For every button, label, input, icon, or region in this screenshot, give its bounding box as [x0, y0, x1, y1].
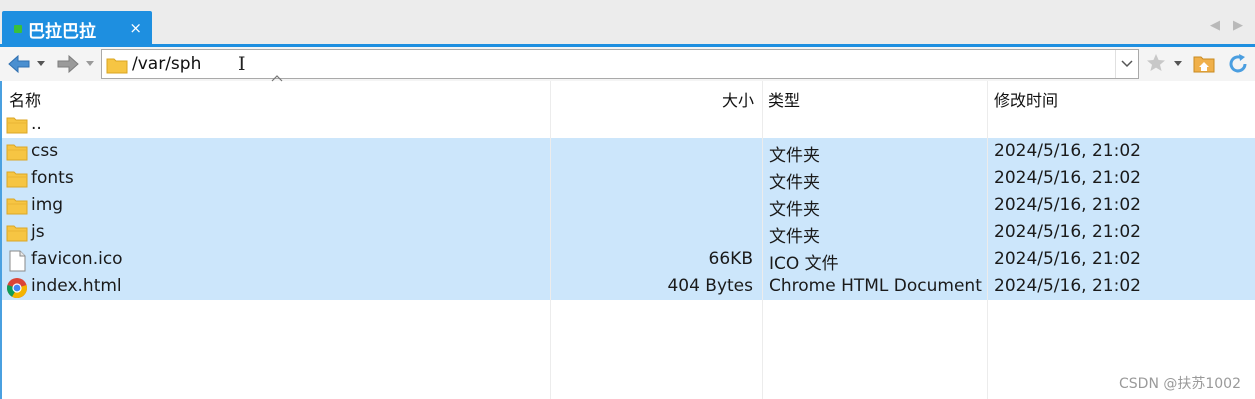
file-modified: 2024/5/16, 21:02 — [994, 195, 1141, 215]
file-modified: 2024/5/16, 21:02 — [994, 276, 1141, 296]
folder-icon — [106, 58, 128, 74]
file-row[interactable]: img 文件夹 2024/5/16, 21:02 — [0, 192, 1255, 220]
file-type: 文件夹 — [769, 227, 820, 247]
refresh-icon[interactable] — [1226, 52, 1250, 76]
file-row[interactable]: js 文件夹 2024/5/16, 21:02 — [0, 219, 1255, 247]
address-bar[interactable]: /var/sph I — [101, 49, 1139, 79]
file-type: ICO 文件 — [769, 254, 839, 274]
file-modified: 2024/5/16, 21:02 — [994, 141, 1141, 161]
star-icon[interactable] — [1145, 52, 1167, 74]
tab-scroll-right-icon[interactable]: ▶ — [1233, 18, 1243, 33]
file-type: 文件夹 — [769, 146, 820, 166]
file-type: Chrome HTML Document — [769, 276, 982, 296]
column-divider — [550, 81, 551, 399]
pane-focus-border — [0, 81, 2, 399]
toolbar: /var/sph I — [0, 47, 1255, 82]
column-header: 名称 大小 类型 修改时间 — [0, 81, 1255, 111]
file-name: img — [31, 195, 64, 215]
watermark: CSDN @扶苏1002 — [1119, 376, 1241, 392]
back-arrow-icon[interactable] — [6, 53, 32, 75]
column-size[interactable]: 大小 — [722, 87, 754, 111]
file-name: css — [31, 141, 59, 161]
folder-icon — [6, 115, 28, 135]
forward-history-caret-icon[interactable] — [86, 61, 94, 66]
file-name: js — [31, 222, 45, 242]
column-divider — [987, 81, 988, 399]
forward-arrow-icon[interactable] — [55, 53, 81, 75]
text-cursor-icon: I — [238, 53, 246, 75]
tab-close-icon[interactable]: × — [129, 19, 142, 37]
tab-title: 巴拉巴拉 — [28, 22, 96, 42]
file-name: index.html — [31, 276, 122, 296]
file-size: 404 Bytes — [667, 276, 753, 296]
file-row[interactable]: .. — [0, 111, 1255, 138]
file-name: favicon.ico — [31, 249, 123, 269]
chevron-down-icon — [1121, 60, 1133, 68]
column-type[interactable]: 类型 — [768, 87, 800, 111]
file-name: fonts — [31, 168, 74, 188]
file-row[interactable]: favicon.ico 66KB ICO 文件 2024/5/16, 21:02 — [0, 246, 1255, 274]
file-modified: 2024/5/16, 21:02 — [994, 249, 1141, 269]
column-divider — [762, 81, 763, 399]
file-modified: 2024/5/16, 21:02 — [994, 222, 1141, 242]
file-type: 文件夹 — [769, 200, 820, 220]
folder-icon — [6, 223, 28, 243]
sort-ascending-icon — [271, 75, 283, 82]
file-modified: 2024/5/16, 21:02 — [994, 168, 1141, 188]
folder-icon — [6, 142, 28, 162]
back-history-caret-icon[interactable] — [37, 61, 45, 66]
file-row[interactable]: index.html 404 Bytes Chrome HTML Document 2… — [0, 273, 1255, 300]
file-name: .. — [31, 114, 42, 134]
chrome-icon — [6, 277, 28, 299]
address-path: /var/sph — [132, 54, 202, 74]
file-type: 文件夹 — [769, 173, 820, 193]
file-row[interactable]: fonts 文件夹 2024/5/16, 21:02 — [0, 165, 1255, 193]
bookmark-caret-icon[interactable] — [1174, 61, 1182, 66]
home-folder-icon[interactable] — [1193, 52, 1215, 74]
folder-icon — [6, 169, 28, 189]
tab-scroll-left-icon[interactable]: ◀ — [1210, 18, 1220, 33]
file-row[interactable]: css 文件夹 2024/5/16, 21:02 — [0, 138, 1255, 166]
tab-status-icon — [14, 25, 22, 33]
column-name[interactable]: 名称 — [9, 87, 41, 111]
folder-icon — [6, 196, 28, 216]
column-modified[interactable]: 修改时间 — [994, 87, 1058, 111]
file-icon — [6, 250, 28, 272]
file-size: 66KB — [708, 249, 753, 269]
tab-active[interactable]: 巴拉巴拉 × — [2, 11, 152, 44]
address-dropdown-button[interactable] — [1115, 50, 1138, 78]
tab-bar: 巴拉巴拉 × ◀ ▶ — [0, 0, 1255, 45]
